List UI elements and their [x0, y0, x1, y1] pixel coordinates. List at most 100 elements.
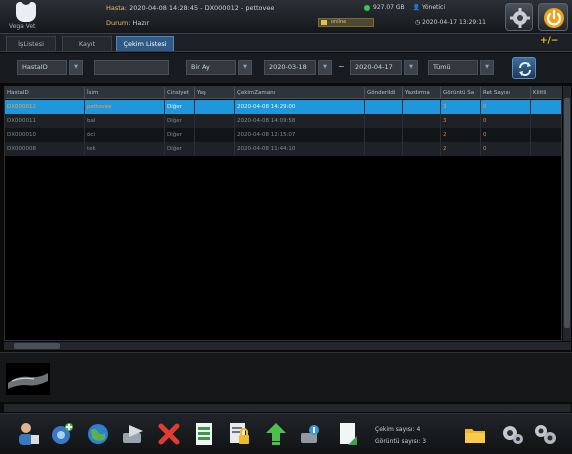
cell-locked — [531, 114, 561, 128]
cell-locked — [531, 128, 561, 142]
col-gender[interactable]: Cinsiyet — [165, 87, 195, 99]
col-print[interactable]: Yazdırma — [403, 87, 441, 99]
online-badge: online — [318, 18, 374, 27]
settings-icon — [535, 425, 556, 444]
scrollbar-thumb[interactable] — [14, 343, 60, 349]
cell-gender: Diğer — [165, 142, 195, 156]
col-name[interactable]: İsim — [85, 87, 165, 99]
capture-table: HastaID İsim Cinsiyet Yaş ÇekimZamanı Gö… — [4, 86, 562, 341]
col-sent[interactable]: Gönderildi — [365, 87, 403, 99]
tools-icon — [301, 425, 319, 443]
table-row[interactable]: DX000010 öcl Diğer 2020-04-08 12:15:07 2… — [5, 128, 561, 142]
cell-rejects: 0 — [481, 142, 531, 156]
table-row[interactable]: DX000012 pettovee Diğer 2020-04-08 14:29… — [5, 100, 561, 114]
col-age[interactable]: Yaş — [195, 87, 235, 99]
refresh-button[interactable] — [512, 57, 536, 79]
patient-button[interactable] — [16, 421, 40, 447]
date-from-input[interactable]: 2020-03-18 — [264, 60, 316, 75]
report-button[interactable] — [192, 421, 216, 447]
cell-gender: Diğer — [165, 100, 195, 114]
bottom-toolbar: Çekim sayısı: 4 Görüntü sayısı: 3 — [0, 413, 572, 454]
chevron-down-icon[interactable]: ▼ — [238, 60, 252, 75]
send-icon — [123, 425, 143, 443]
cell-sent — [365, 114, 403, 128]
datetime-value: 2020-04-17 13:29:11 — [422, 19, 486, 26]
status-info: Durum: Hazır — [106, 19, 149, 27]
configure-button[interactable] — [500, 421, 524, 447]
cell-age — [195, 128, 235, 142]
col-images[interactable]: Görüntü Sa — [441, 87, 481, 99]
cell-sent — [365, 100, 403, 114]
disk-info: 927.07 GB 👤 Yönetici — [364, 4, 445, 11]
scope-select[interactable]: Tümü — [428, 60, 478, 75]
cell-name: bal — [85, 114, 165, 128]
xray-image — [6, 363, 50, 395]
cell-gender: Diğer — [165, 114, 195, 128]
table-row[interactable]: DX000011 bal Diğer 2020-04-08 14:09:58 3… — [5, 114, 561, 128]
col-capture-time[interactable]: ÇekimZamanı — [235, 87, 365, 99]
tab-worklist[interactable]: İşListesi — [6, 36, 56, 51]
tab-bar: İşListesi Kayıt Çekim Listesi — [0, 34, 572, 52]
cell-print — [403, 114, 441, 128]
gear-icon — [510, 8, 530, 28]
capture-counts: Çekim sayısı: 4 Görüntü sayısı: 3 — [375, 424, 426, 448]
tab-register[interactable]: Kayıt — [62, 36, 112, 51]
upload-button[interactable] — [264, 421, 288, 447]
chevron-down-icon[interactable]: ▼ — [69, 60, 83, 75]
table-header: HastaID İsim Cinsiyet Yaş ÇekimZamanı Gö… — [5, 87, 561, 99]
cell-rejects: 0 — [481, 100, 531, 114]
status-value: Hazır — [132, 19, 150, 27]
table-row[interactable]: DX000008 tek Diğer 2020-04-08 11:44:10 2… — [5, 142, 561, 156]
cell-name: tek — [85, 142, 165, 156]
add-capture-button[interactable] — [50, 421, 74, 447]
period-select[interactable]: Bir Ay — [186, 60, 236, 75]
open-folder-button[interactable] — [463, 421, 487, 447]
table-vertical-scrollbar[interactable] — [563, 86, 571, 341]
table-horizontal-scrollbar[interactable] — [4, 342, 571, 350]
export-button[interactable] — [336, 421, 360, 447]
delete-button[interactable] — [157, 421, 181, 447]
globe-icon — [88, 424, 108, 444]
xray-thumbnail[interactable] — [6, 363, 50, 395]
app-window: Vega Vet Hasta: 2020-04-08 14:28:45 - DX… — [0, 0, 572, 454]
cell-sent — [365, 128, 403, 142]
col-patient-id[interactable]: HastaID — [5, 87, 85, 99]
settings-button[interactable] — [505, 3, 533, 31]
power-button[interactable] — [538, 3, 568, 31]
capture-count: Çekim sayısı: 4 — [375, 426, 421, 433]
chevron-down-icon[interactable]: ▼ — [318, 60, 332, 75]
cell-images: 2 — [441, 142, 481, 156]
thumbnail-scrollbar[interactable] — [4, 404, 571, 412]
scrollbar-thumb[interactable] — [564, 98, 570, 328]
cell-name: pettovee — [85, 100, 165, 114]
cell-patient-id: DX000008 — [5, 142, 85, 156]
col-locked[interactable]: Kilitli — [531, 87, 561, 99]
send-button[interactable] — [121, 421, 145, 447]
col-rejects[interactable]: Ret Sayısı — [481, 87, 531, 99]
thumbnail-strip — [0, 352, 572, 402]
date-to-input[interactable]: 2020-04-17 — [350, 60, 402, 75]
cell-gender: Diğer — [165, 128, 195, 142]
cell-print — [403, 100, 441, 114]
date-separator: ~ — [338, 62, 345, 71]
tools-button[interactable] — [298, 421, 322, 447]
field-select[interactable]: HastaID — [17, 60, 67, 75]
patient-label: Hasta: — [106, 4, 127, 12]
settings-tools-button[interactable] — [533, 421, 557, 447]
clock-icon: ◷ — [415, 19, 421, 26]
plus-minus-button[interactable]: +/− — [540, 36, 558, 46]
tab-capture-list[interactable]: Çekim Listesi — [116, 36, 174, 51]
cell-print — [403, 128, 441, 142]
delete-icon — [158, 423, 180, 445]
status-label: Durum: — [106, 19, 131, 27]
chevron-down-icon[interactable]: ▼ — [480, 60, 494, 75]
lock-report-button[interactable] — [227, 421, 251, 447]
datetime: ◷ 2020-04-17 13:29:11 — [415, 19, 486, 26]
network-button[interactable] — [86, 421, 110, 447]
settings-cart-icon — [503, 426, 523, 444]
disk-space: 927.07 GB — [373, 4, 405, 11]
cell-locked — [531, 142, 561, 156]
chevron-down-icon[interactable]: ▼ — [404, 60, 418, 75]
search-input[interactable] — [94, 60, 169, 75]
refresh-icon — [519, 62, 531, 76]
